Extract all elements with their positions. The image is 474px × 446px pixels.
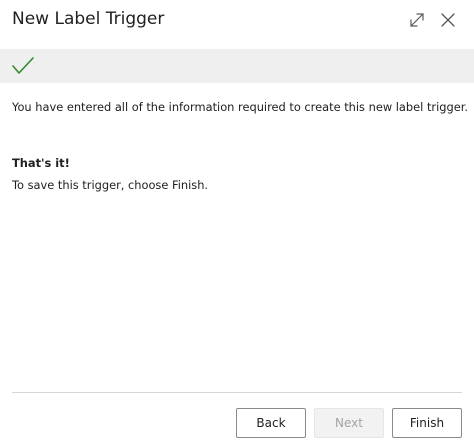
completion-heading: That's it!: [12, 156, 70, 170]
save-instruction: To save this trigger, choose Finish.: [12, 178, 209, 192]
close-button[interactable]: [436, 8, 460, 32]
completion-status-bar: [0, 49, 474, 83]
expand-button[interactable]: [405, 8, 429, 32]
new-label-trigger-dialog: New Label Trigger You have entered all o…: [0, 0, 474, 446]
back-button[interactable]: Back: [236, 408, 306, 438]
close-icon: [441, 13, 455, 27]
footer-divider: [12, 392, 462, 393]
checkmark-icon: [12, 57, 34, 74]
finish-button[interactable]: Finish: [392, 408, 462, 438]
completion-message: You have entered all of the information …: [12, 100, 468, 114]
next-button: Next: [314, 408, 384, 438]
dialog-title: New Label Trigger: [12, 9, 165, 29]
expand-icon: [410, 13, 424, 27]
